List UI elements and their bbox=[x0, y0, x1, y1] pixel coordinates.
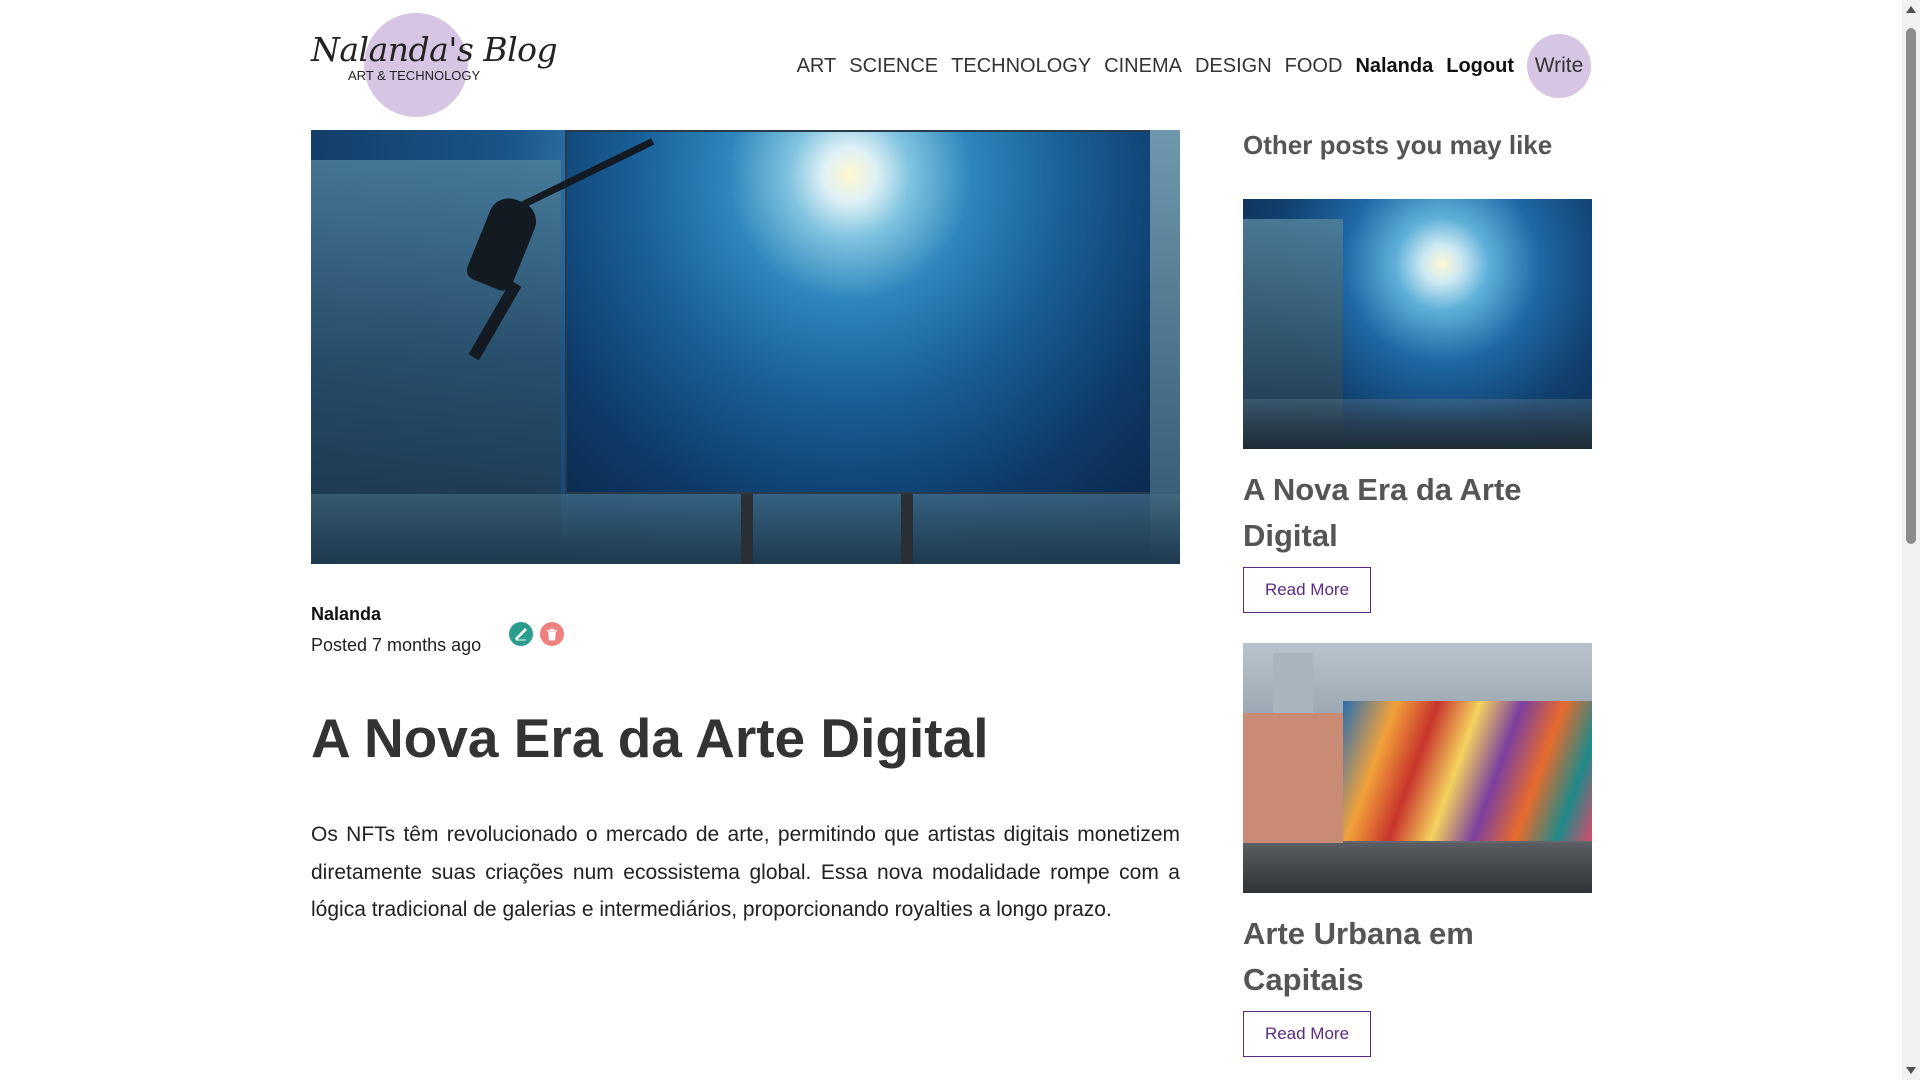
related-post-image[interactable] bbox=[1243, 643, 1592, 893]
logout-link[interactable]: Logout bbox=[1446, 55, 1514, 78]
nav-link-food[interactable]: FOOD bbox=[1285, 55, 1343, 78]
scroll-up-arrow-icon[interactable] bbox=[1906, 6, 1916, 13]
post-body: Os NFTs têm revolucionado o mercado de a… bbox=[311, 823, 1180, 921]
navbar: Nalanda's Blog ART & TECHNOLOGY ART SCIE… bbox=[311, 10, 1591, 120]
related-post-title[interactable]: Arte Urbana em Capitais bbox=[1243, 911, 1592, 1003]
write-button[interactable]: Write bbox=[1527, 34, 1591, 98]
delete-button[interactable] bbox=[540, 622, 564, 646]
post-date: Posted 7 months ago bbox=[311, 635, 482, 655]
nav-link-technology[interactable]: TECHNOLOGY bbox=[951, 55, 1091, 78]
sidebar-heading: Other posts you may like bbox=[1243, 130, 1553, 160]
logo-title: Nalanda's Blog bbox=[311, 30, 558, 69]
scroll-thumb[interactable] bbox=[1906, 28, 1916, 544]
pencil-icon bbox=[515, 628, 527, 641]
nav-links: ART SCIENCE TECHNOLOGY CINEMA DESIGN FOO… bbox=[797, 34, 1591, 98]
logo-subtitle: ART & TECHNOLOGY bbox=[348, 68, 481, 83]
related-post-card: Arte Urbana em Capitais Read More bbox=[1243, 643, 1592, 1057]
post-hero-image bbox=[311, 130, 1180, 564]
related-post-image[interactable] bbox=[1243, 199, 1592, 449]
nav-link-art[interactable]: ART bbox=[797, 55, 837, 78]
edit-button[interactable] bbox=[509, 622, 533, 646]
post-title: A Nova Era da Arte Digital bbox=[311, 707, 989, 769]
page-scrollbar[interactable] bbox=[1902, 0, 1920, 1080]
post-content: Nalanda Posted 7 months ago bbox=[311, 130, 1180, 655]
related-post-title[interactable]: A Nova Era da Arte Digital bbox=[1243, 467, 1592, 559]
read-more-button[interactable]: Read More bbox=[1243, 1011, 1371, 1057]
post-meta: Nalanda Posted 7 months ago bbox=[311, 604, 1180, 664]
nav-link-cinema[interactable]: CINEMA bbox=[1104, 55, 1182, 78]
read-more-button[interactable]: Read More bbox=[1243, 567, 1371, 613]
trash-icon bbox=[547, 628, 557, 640]
related-post-card: A Nova Era da Arte Digital Read More bbox=[1243, 199, 1592, 613]
post-author: Nalanda bbox=[311, 604, 382, 624]
nav-link-design[interactable]: DESIGN bbox=[1195, 55, 1272, 78]
site-logo[interactable]: Nalanda's Blog ART & TECHNOLOGY bbox=[311, 10, 558, 120]
nav-username: Nalanda bbox=[1355, 54, 1434, 77]
nav-link-science[interactable]: SCIENCE bbox=[849, 55, 938, 78]
scroll-down-arrow-icon[interactable] bbox=[1906, 1067, 1916, 1074]
